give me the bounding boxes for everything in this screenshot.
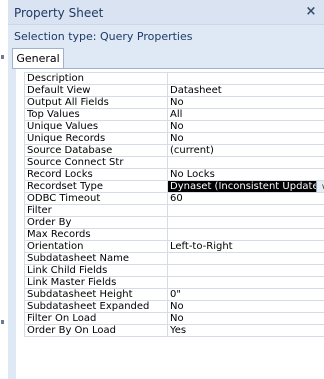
property-label: Order By On Load [24,324,168,337]
property-label: Default View [24,84,168,97]
property-label: Source Database [24,144,168,157]
property-value-text: No Locks [170,169,215,180]
property-label: Orientation [24,240,168,253]
property-value-text: Dynaset (Inconsistent Updates [170,181,324,192]
property-label: Link Child Fields [24,264,168,277]
property-row[interactable]: Subdatasheet Expanded No [24,300,324,313]
property-value-text: Yes [170,325,187,336]
property-row[interactable]: Max Records [24,228,324,241]
property-row[interactable]: Unique Records No [24,132,324,145]
property-value-text: (current) [170,145,214,156]
panel-title: Property Sheet [14,6,104,20]
property-label: Link Master Fields [24,276,168,289]
property-row[interactable]: Default View Datasheet [24,84,324,97]
property-value-text: Left-to-Right [170,241,233,252]
property-value[interactable] [167,276,324,289]
property-label: Recordset Type [24,180,168,193]
property-value-text: No [170,133,184,144]
close-icon[interactable]: × [304,4,318,20]
property-label: Record Locks [24,168,168,181]
property-label: Unique Records [24,132,168,145]
property-row[interactable]: Recordset Type Dynaset (Inconsistent Upda… [24,180,324,193]
property-row[interactable]: Filter On Load No [24,312,324,325]
property-label: Max Records [24,228,168,241]
property-value-text: No [170,121,184,132]
property-label: Subdatasheet Expanded [24,300,168,313]
property-label: Filter On Load [24,312,168,325]
property-value-text: No [170,301,184,312]
property-row[interactable]: Output All Fields No [24,96,324,109]
edge-marker [1,55,4,59]
property-label: Output All Fields [24,96,168,109]
property-value[interactable]: 60 [167,192,324,205]
property-value[interactable]: All [167,108,324,121]
property-value[interactable]: No [167,96,324,109]
property-value[interactable]: Yes [167,324,324,337]
property-row[interactable]: Source Connect Str [24,156,324,169]
property-row[interactable]: Source Database (current) [24,144,324,157]
property-value[interactable]: No Locks [167,168,324,181]
property-value[interactable] [167,264,324,277]
property-value-text: 0" [170,289,181,300]
property-row[interactable]: Order By On Load Yes [24,324,324,337]
property-row[interactable]: Filter [24,204,324,217]
property-label: Top Values [24,108,168,121]
property-value[interactable] [167,252,324,265]
property-value[interactable] [167,156,324,169]
property-value-text: All [170,109,183,120]
title-bar: Property Sheet × [8,0,324,25]
property-value[interactable]: No [167,300,324,313]
property-row[interactable]: Description [24,72,324,85]
tab-general[interactable]: General [12,48,64,69]
property-value-text: No [170,313,184,324]
property-value[interactable]: 0" [167,288,324,301]
property-row[interactable]: Record Locks No Locks [24,168,324,181]
property-label: Unique Values [24,120,168,133]
property-value-text: 60 [170,193,183,204]
property-row[interactable]: Order By [24,216,324,229]
property-label: ODBC Timeout [24,192,168,205]
property-label: Filter [24,204,168,217]
property-value-text: Datasheet [170,85,222,96]
property-sheet-panel: Property Sheet × Selection type: Query P… [8,0,324,379]
property-value[interactable]: No [167,120,324,133]
property-value-text: No [170,97,184,108]
property-label: Subdatasheet Name [24,252,168,265]
property-row[interactable]: Unique Values No [24,120,324,133]
property-label: Source Connect Str [24,156,168,169]
property-value[interactable]: No [167,312,324,325]
selection-type-label: Selection type: Query Properties [14,30,193,43]
property-row[interactable]: Subdatasheet Height 0" [24,288,324,301]
property-value[interactable] [167,228,324,241]
property-row[interactable]: Subdatasheet Name [24,252,324,265]
property-row[interactable]: Top Values All [24,108,324,121]
edge-marker [1,320,4,324]
property-value[interactable] [167,204,324,217]
property-row[interactable]: ODBC Timeout 60 [24,192,324,205]
property-table: Description Default View Datasheet Output A… [24,72,324,337]
property-value[interactable]: Left-to-Right [167,240,324,253]
chevron-down-icon[interactable]: ∨ [316,181,324,192]
property-row[interactable]: Link Child Fields [24,264,324,277]
left-edge-strip [0,0,8,379]
property-label: Description [24,72,168,85]
property-row[interactable]: Link Master Fields [24,276,324,289]
property-value[interactable]: Dynaset (Inconsistent Updates∨ [167,180,324,193]
property-row[interactable]: Orientation Left-to-Right [24,240,324,253]
property-value[interactable]: Datasheet [167,84,324,97]
property-grid: Description Default View Datasheet Output A… [16,69,324,379]
property-label: Subdatasheet Height [24,288,168,301]
property-value[interactable]: No [167,132,324,145]
property-label: Order By [24,216,168,229]
property-value[interactable] [167,216,324,229]
property-value[interactable] [167,72,324,85]
property-value[interactable]: (current) [167,144,324,157]
